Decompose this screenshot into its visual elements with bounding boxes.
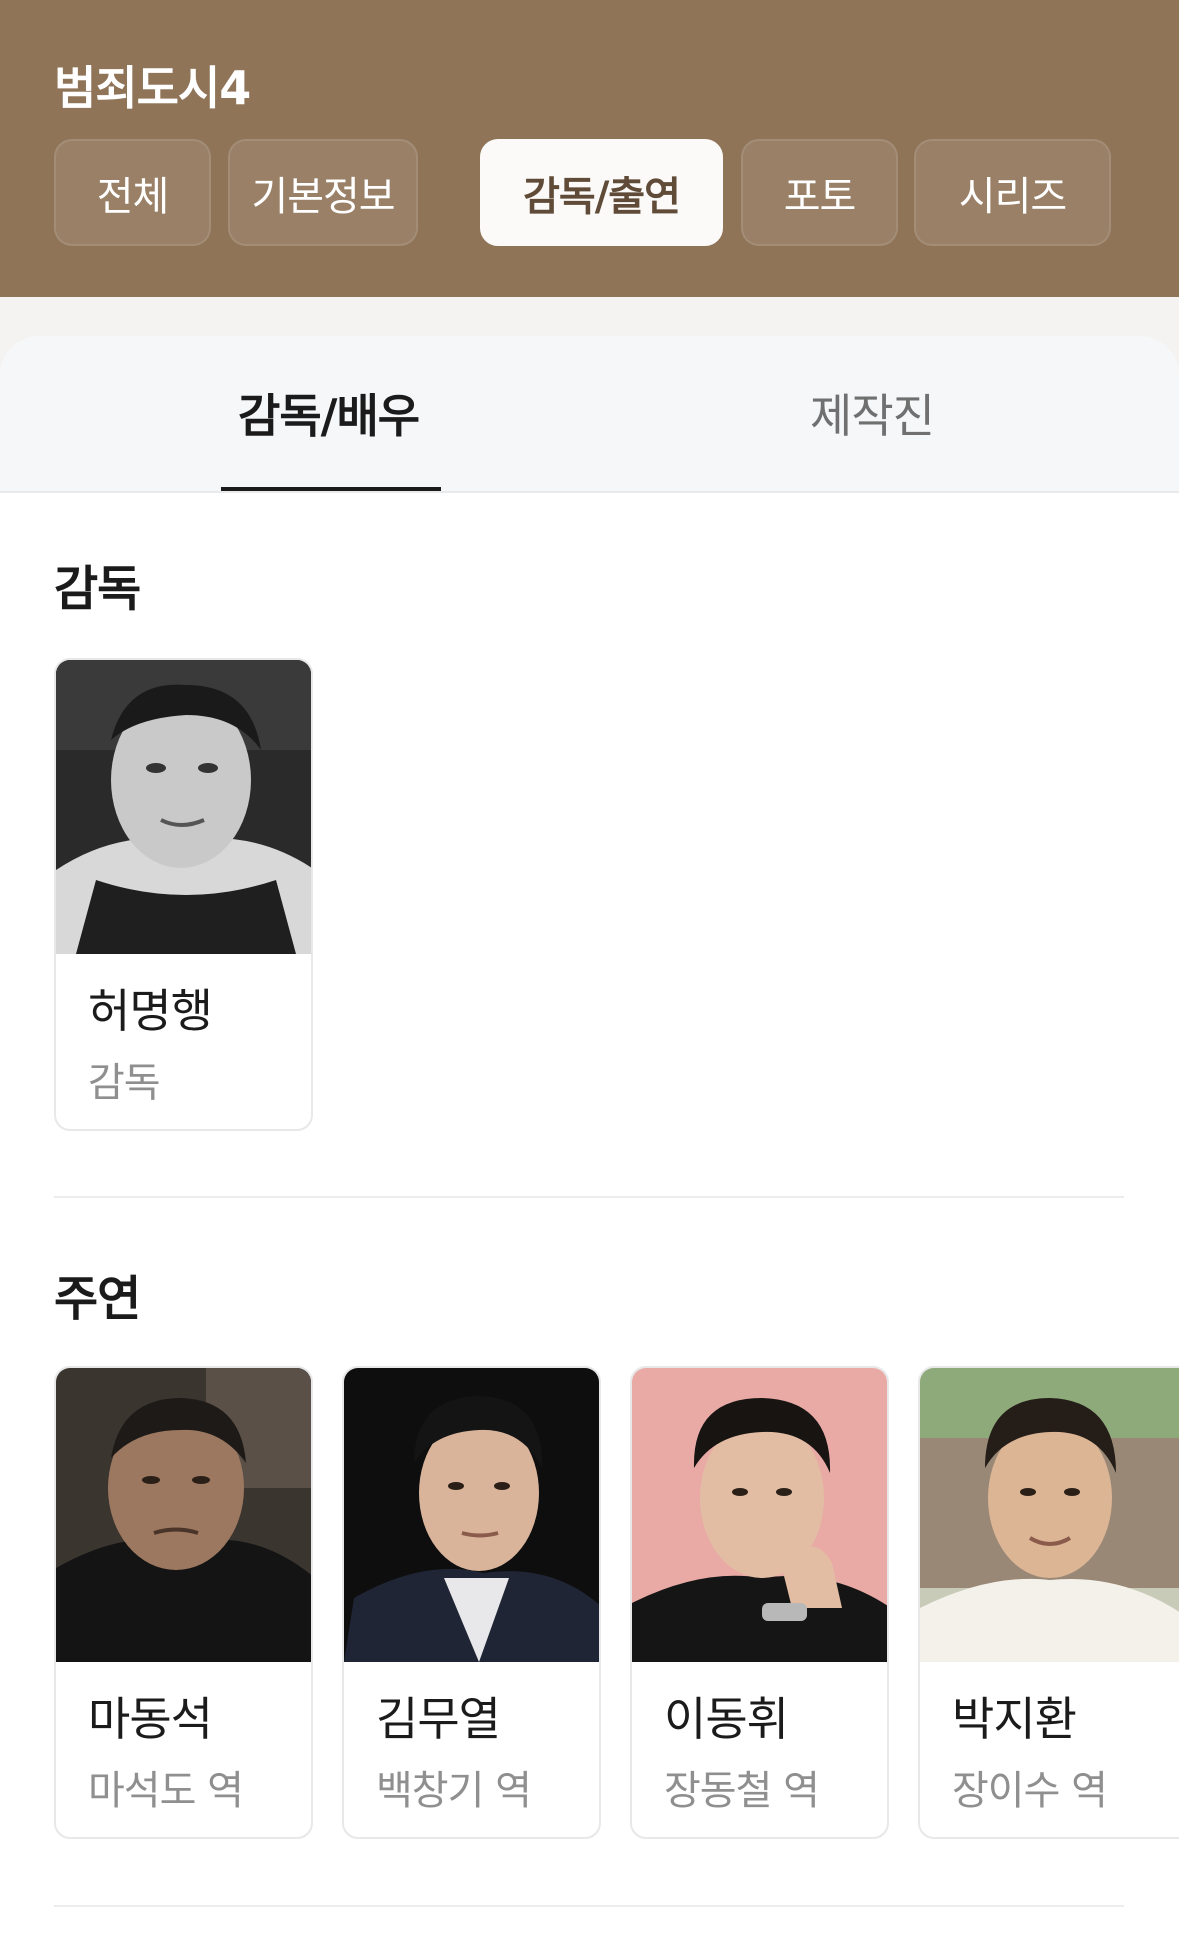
person-role: 감독 bbox=[88, 1060, 161, 1106]
director-photo bbox=[56, 660, 311, 954]
section-title-director: 감독 bbox=[54, 561, 141, 617]
person-role: 장동철 역 bbox=[664, 1768, 820, 1814]
sub-tab-bar: 감독/배우 제작진 bbox=[0, 336, 1179, 493]
person-card[interactable]: 김무열 백창기 역 bbox=[342, 1366, 601, 1839]
tab-all[interactable]: 전체 bbox=[54, 139, 211, 246]
person-role: 마석도 역 bbox=[88, 1768, 244, 1814]
tab-basic-info[interactable]: 기본정보 bbox=[228, 139, 418, 246]
person-card[interactable]: 박지환 장이수 역 bbox=[918, 1366, 1179, 1839]
section-divider bbox=[54, 1196, 1124, 1198]
actor-photo bbox=[920, 1368, 1179, 1662]
tab-director-cast[interactable]: 감독/출연 bbox=[480, 139, 723, 246]
actor-photo bbox=[344, 1368, 599, 1662]
content-panel: 감독/배우 제작진 감독 허명행 감독 주연 마동석 마석도 역 김무열 백창기… bbox=[0, 336, 1179, 1945]
subtab-production[interactable]: 제작진 bbox=[810, 380, 935, 446]
section-title-lead: 주연 bbox=[54, 1271, 141, 1327]
section-divider bbox=[54, 1905, 1124, 1907]
person-card[interactable]: 이동휘 장동철 역 bbox=[630, 1366, 889, 1839]
person-name: 이동휘 bbox=[664, 1692, 789, 1746]
person-role: 장이수 역 bbox=[952, 1768, 1108, 1814]
person-name: 마동석 bbox=[88, 1692, 213, 1746]
actor-photo bbox=[632, 1368, 887, 1662]
actor-photo bbox=[56, 1368, 311, 1662]
person-name: 김무열 bbox=[376, 1692, 501, 1746]
tab-series[interactable]: 시리즈 bbox=[914, 139, 1111, 246]
page-title: 범죄도시4 bbox=[54, 61, 251, 115]
person-name: 박지환 bbox=[952, 1692, 1077, 1746]
tab-photo[interactable]: 포토 bbox=[741, 139, 898, 246]
person-card[interactable]: 마동석 마석도 역 bbox=[54, 1366, 313, 1839]
person-role: 백창기 역 bbox=[376, 1768, 532, 1814]
active-subtab-indicator bbox=[221, 487, 441, 491]
person-card[interactable]: 허명행 감독 bbox=[54, 658, 313, 1131]
person-name: 허명행 bbox=[88, 984, 213, 1038]
subtab-director-actor[interactable]: 감독/배우 bbox=[238, 380, 420, 446]
header: 범죄도시4 전체 기본정보 감독/출연 포토 시리즈 bbox=[0, 0, 1179, 297]
